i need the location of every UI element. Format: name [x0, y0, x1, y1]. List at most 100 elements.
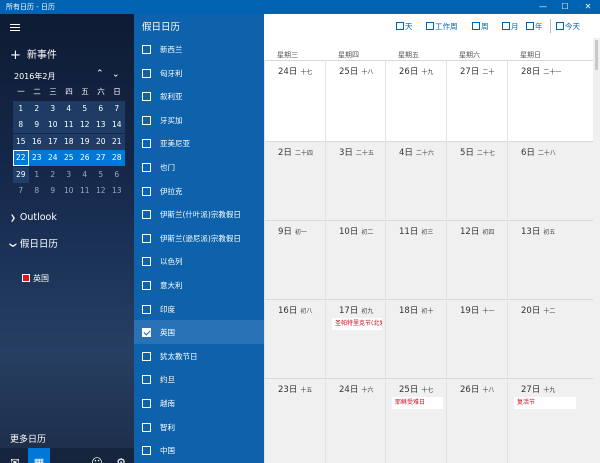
mini-calendar-day[interactable]: 4 [61, 100, 77, 117]
mini-calendar-day[interactable]: 1 [29, 167, 45, 183]
holiday-calendar-item[interactable]: 犹太教节日 [134, 344, 264, 368]
holiday-calendar-item[interactable]: 英国 [134, 320, 264, 345]
mini-calendar-day[interactable]: 7 [13, 183, 29, 199]
day-cell[interactable]: 13日 初五 [507, 220, 579, 299]
checkbox-icon[interactable] [142, 375, 151, 385]
day-cell[interactable]: 28日 二十一 [507, 60, 579, 141]
day-cell[interactable]: 10日 初二 [325, 220, 385, 299]
mini-calendar-day[interactable]: 16 [29, 133, 45, 150]
checkbox-icon[interactable] [142, 139, 151, 149]
holiday-calendar-item[interactable]: 越南 [134, 391, 264, 415]
checkbox-icon[interactable] [142, 351, 151, 361]
settings-gear-icon[interactable]: ⚙ [110, 448, 132, 463]
checkbox-icon[interactable] [142, 92, 151, 102]
mini-calendar-day[interactable]: 25 [61, 150, 77, 166]
close-button[interactable]: ✕ [577, 0, 599, 14]
day-cell[interactable]: 9日 初一 [264, 220, 325, 299]
mini-calendar-day[interactable]: 28 [109, 150, 125, 166]
month-view-button[interactable]: 月 [502, 21, 519, 32]
mini-calendar-day[interactable]: 7 [109, 100, 125, 117]
day-cell[interactable]: 17日 初九 圣帕特里克节(北爱 [325, 299, 385, 378]
checkbox-icon[interactable] [142, 257, 151, 267]
day-cell[interactable]: 4日 二十六 [385, 141, 446, 220]
mini-calendar-day[interactable]: 10 [45, 117, 61, 133]
day-cell[interactable]: 5日 二十七 [446, 141, 507, 220]
day-cell[interactable]: 27日 十九 复活节 [507, 378, 579, 463]
checkbox-icon[interactable] [142, 45, 151, 54]
mini-calendar-day[interactable]: 15 [13, 133, 29, 150]
day-cell[interactable]: 3日 二十五 [325, 141, 385, 220]
checkbox-icon[interactable] [142, 399, 151, 408]
holiday-calendar-item[interactable]: 意大利 [134, 273, 264, 297]
holiday-calendar-item[interactable]: 伊拉克 [134, 179, 264, 203]
holiday-event[interactable]: 复活节 [514, 397, 576, 409]
mini-calendar-day[interactable]: 14 [109, 117, 125, 133]
day-cell[interactable]: 16日 初八 [264, 299, 325, 378]
checkbox-icon[interactable] [142, 68, 151, 78]
checkbox-icon[interactable] [142, 422, 151, 432]
holiday-calendar-item[interactable]: 中国 [134, 438, 264, 462]
mini-calendar-day[interactable]: 23 [29, 150, 45, 166]
checkbox-icon[interactable] [142, 281, 151, 290]
day-cell[interactable]: 6日 二十八 [507, 141, 579, 220]
mini-calendar-day[interactable]: 13 [93, 117, 109, 133]
holiday-calendar-item[interactable]: 新西兰 [134, 37, 264, 61]
mini-calendar-day[interactable]: 3 [61, 167, 77, 183]
mini-calendar-day[interactable]: 9 [29, 117, 45, 133]
mini-calendar-day[interactable]: 19 [77, 133, 93, 150]
next-month-chevron-down-icon[interactable]: ⌃ [112, 67, 120, 77]
mini-calendar-day[interactable]: 5 [77, 100, 93, 117]
checkbox-icon[interactable] [142, 304, 151, 314]
holiday-event[interactable]: 圣帕特里克节(北爱 [332, 318, 382, 330]
mini-calendar-day[interactable]: 24 [45, 150, 61, 166]
checkbox-icon[interactable] [142, 233, 151, 243]
mini-calendar-day[interactable]: 20 [93, 133, 109, 150]
day-cell[interactable]: 18日 初十 [385, 299, 446, 378]
mini-calendar-day[interactable]: 5 [93, 167, 109, 183]
holiday-calendar-item[interactable]: 伊斯兰(逊尼派)宗教假日 [134, 226, 264, 250]
mini-calendar-day[interactable]: 21 [109, 133, 125, 150]
year-view-button[interactable]: 年 [526, 21, 543, 32]
mini-calendar-day[interactable]: 3 [45, 100, 61, 117]
mini-calendar-day[interactable]: 12 [93, 183, 109, 199]
mini-calendar-day[interactable]: 11 [77, 183, 93, 199]
mini-calendar-day[interactable]: 22 [13, 150, 29, 166]
holiday-calendar-item[interactable]: 印度 [134, 297, 264, 321]
scrollbar-thumb[interactable] [595, 40, 598, 70]
mini-calendar-day[interactable]: 1 [13, 100, 29, 117]
day-cell[interactable]: 25日 十七 耶稣受难日 [385, 378, 446, 463]
mini-calendar-day[interactable]: 27 [93, 150, 109, 166]
more-calendars-link[interactable]: 更多日历 [10, 432, 46, 445]
holiday-event[interactable]: 耶稣受难日 [392, 397, 443, 409]
mini-calendar-day[interactable]: 6 [109, 167, 125, 183]
day-cell[interactable]: 11日 初三 [385, 220, 446, 299]
previous-month-chevron-up-icon[interactable]: ⌃ [96, 69, 104, 79]
day-cell[interactable]: 2日 二十四 [264, 141, 325, 220]
day-cell[interactable]: 24日 十六 [325, 378, 385, 463]
work-week-view-button[interactable]: 工作周 [426, 21, 458, 32]
holiday-calendar-item[interactable]: 伊斯兰(什叶派)宗教假日 [134, 202, 264, 226]
today-button[interactable]: 今天 [556, 21, 580, 32]
day-cell[interactable]: 26日 十八 [446, 378, 507, 463]
checkbox-icon[interactable] [142, 163, 151, 172]
checked-checkbox-icon[interactable] [22, 274, 30, 282]
holiday-calendar-uk[interactable]: 英国 [22, 273, 49, 284]
holiday-calendar-item[interactable]: 亚美尼亚 [134, 131, 264, 155]
mail-icon[interactable]: ✉ [4, 448, 26, 463]
holiday-calendar-item[interactable]: 智利 [134, 415, 264, 439]
people-smiley-icon[interactable]: ☺ [86, 448, 108, 463]
day-cell[interactable]: 19日 十一 [446, 299, 507, 378]
week-view-button[interactable]: 周 [472, 21, 489, 32]
mini-calendar-day[interactable]: 8 [29, 183, 45, 199]
holiday-calendar-item[interactable]: 也门 [134, 155, 264, 179]
mini-calendar-day[interactable]: 17 [45, 133, 61, 150]
mini-calendar-day[interactable]: 11 [61, 117, 77, 133]
mini-calendar-day[interactable]: 2 [45, 167, 61, 183]
mini-calendar-day[interactable]: 12 [77, 117, 93, 133]
mini-calendar-day[interactable]: 18 [61, 133, 77, 150]
day-cell[interactable]: 12日 初四 [446, 220, 507, 299]
day-cell[interactable]: 27日 二十 [446, 60, 507, 141]
checked-checkbox-icon[interactable] [142, 328, 151, 338]
vertical-scrollbar[interactable] [593, 38, 600, 463]
mini-calendar-day[interactable]: 26 [77, 150, 93, 166]
